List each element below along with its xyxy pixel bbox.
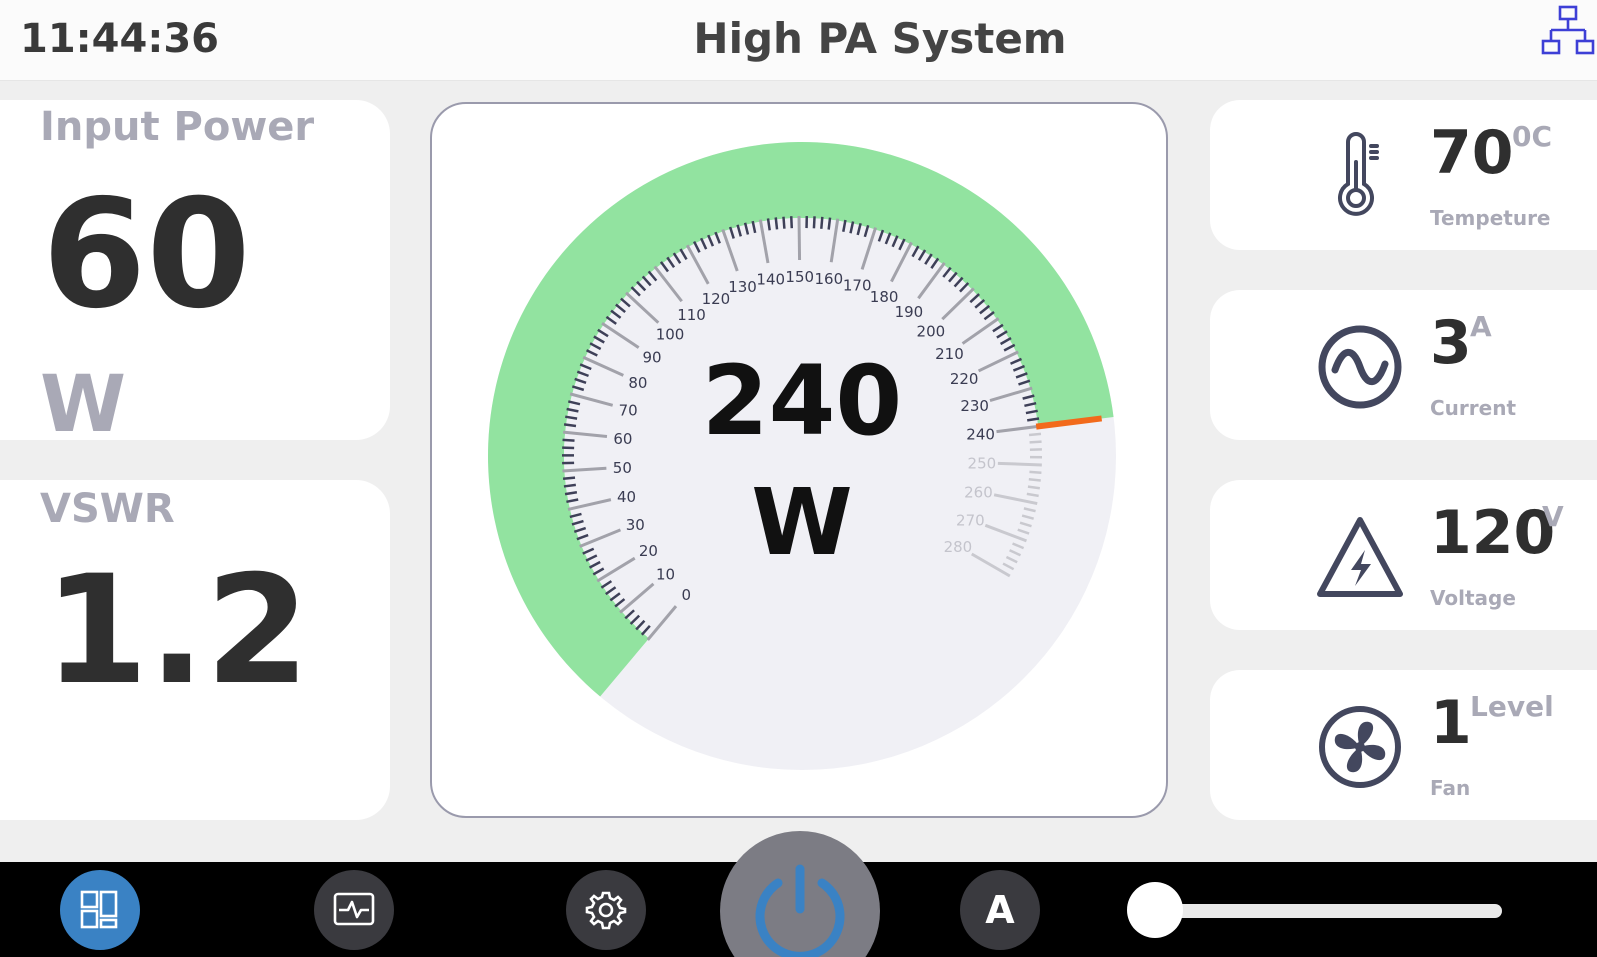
gauge-tick-label: 270 <box>956 512 985 530</box>
fan-unit: Level <box>1470 690 1554 723</box>
gauge-tick-label: 280 <box>944 538 973 556</box>
app-root: 11:44:36 High PA System Input Power 60 W… <box>0 0 1597 957</box>
gauge-minor-tick <box>563 423 577 428</box>
gauge-tick-label: 80 <box>628 374 647 392</box>
gauge-tick-label: 90 <box>642 348 661 366</box>
gauge-major-tick <box>997 461 1042 467</box>
auto-button[interactable]: A <box>960 870 1040 950</box>
monitor-button[interactable] <box>314 870 394 950</box>
current-unit: A <box>1470 310 1492 343</box>
current-value: 3 <box>1430 308 1472 378</box>
voltage-value: 120 <box>1430 498 1556 568</box>
gauge-tick-label: 40 <box>617 488 636 506</box>
gauge-tick-label: 200 <box>917 322 946 340</box>
vswr-label: VSWR <box>40 486 175 532</box>
gauge-tick-label: 100 <box>656 326 685 344</box>
dashboard-icon <box>80 890 118 929</box>
gauge-tick-label: 130 <box>728 278 757 296</box>
header: 11:44:36 High PA System <box>0 0 1597 81</box>
gauge-minor-tick <box>562 438 575 442</box>
gauge-minor-tick <box>827 217 832 230</box>
fan-card: 1 Level Fan <box>1210 670 1597 820</box>
gauge-tick-label: 190 <box>895 303 924 321</box>
gauge-minor-tick <box>820 216 824 229</box>
gauge-minor-tick <box>774 217 779 230</box>
gauge-minor-tick <box>812 216 816 229</box>
gauge-minor-tick <box>789 216 794 229</box>
gauge-tick-label: 0 <box>682 586 692 604</box>
gauge-value: 240 <box>702 345 902 457</box>
gauge-tick-label: 260 <box>964 484 993 502</box>
thermometer-icon <box>1338 132 1379 216</box>
dashboard-button[interactable] <box>60 870 140 950</box>
voltage-unit: V <box>1542 500 1564 533</box>
power-button[interactable] <box>720 831 880 957</box>
input-power-unit: W <box>40 360 127 450</box>
slider-thumb[interactable] <box>1127 882 1183 938</box>
temperature-unit: 0C <box>1512 120 1553 153</box>
fan-label: Fan <box>1430 776 1471 800</box>
input-power-value: 60 <box>42 168 251 342</box>
gauge-tick-label: 50 <box>613 459 632 477</box>
gauge-tick-label: 240 <box>966 426 995 444</box>
gauge-tick-label: 120 <box>702 290 731 308</box>
gauge-tick-label: 210 <box>935 345 964 363</box>
gauge-tick-label: 10 <box>656 565 675 583</box>
vswr-value: 1.2 <box>44 544 310 718</box>
gauge-minor-tick <box>766 218 771 231</box>
gauge-minor-tick <box>1028 432 1042 437</box>
gauge-tick-label: 220 <box>950 370 979 388</box>
gauge-minor-tick <box>1029 440 1042 444</box>
gauge-tick-label: 230 <box>960 397 989 415</box>
temperature-card: 70 0C Tempeture <box>1210 100 1597 250</box>
gear-icon <box>585 891 627 930</box>
network-icon[interactable] <box>1540 4 1596 60</box>
voltage-card: 120 V Voltage <box>1210 480 1597 630</box>
voltage-label: Voltage <box>1430 586 1516 610</box>
gauge-tick-label: 110 <box>677 306 706 324</box>
page-title: High PA System <box>693 14 1067 63</box>
gauge-tick-label: 170 <box>843 277 872 295</box>
gauge-minor-tick <box>563 483 576 488</box>
gauge-tick-label: 160 <box>815 270 844 288</box>
gauge-tick-label: 30 <box>626 516 645 534</box>
gauge-minor-tick <box>562 476 576 480</box>
power-gauge: 0 10 20 30 40 50 60 70 80 90 100 110120130 140 150 160… <box>488 142 1116 770</box>
gauge-tick-label: 250 <box>968 455 997 473</box>
settings-button[interactable] <box>566 870 646 950</box>
gauge-tick-label: 60 <box>613 430 632 448</box>
vswr-card: VSWR 1.2 <box>0 480 390 820</box>
gauge-tick-label: 20 <box>639 542 658 560</box>
gauge-tick-label: 70 <box>619 401 638 419</box>
gauge-minor-tick <box>782 216 786 229</box>
temperature-label: Tempeture <box>1430 206 1551 230</box>
input-power-label: Input Power <box>40 104 315 150</box>
gauge-tick-label: 140 <box>756 271 785 289</box>
gauge-minor-tick <box>1027 485 1040 490</box>
gauge-major-tick <box>797 215 802 261</box>
gauge-minor-tick <box>1028 478 1041 482</box>
gauge-minor-tick <box>1029 470 1042 474</box>
current-card: 3 A Current <box>1210 290 1597 440</box>
input-power-card: Input Power 60 W <box>0 100 390 444</box>
gauge-unit: W <box>751 469 852 576</box>
auto-button-label: A <box>985 888 1015 932</box>
high-voltage-icon <box>1317 517 1403 597</box>
fan-icon <box>1319 706 1401 788</box>
current-label: Current <box>1430 396 1517 420</box>
sine-wave-icon <box>1318 325 1402 409</box>
power-gauge-panel: 0 10 20 30 40 50 60 70 80 90 100 110 120 130 140 150 160… <box>430 102 1168 818</box>
gauge-tick-label: 150 <box>785 268 814 286</box>
temperature-value: 70 <box>1430 118 1514 188</box>
monitor-icon <box>333 892 375 926</box>
fan-value: 1 <box>1430 688 1472 758</box>
slider-track[interactable] <box>1130 904 1502 918</box>
power-icon <box>755 864 845 957</box>
